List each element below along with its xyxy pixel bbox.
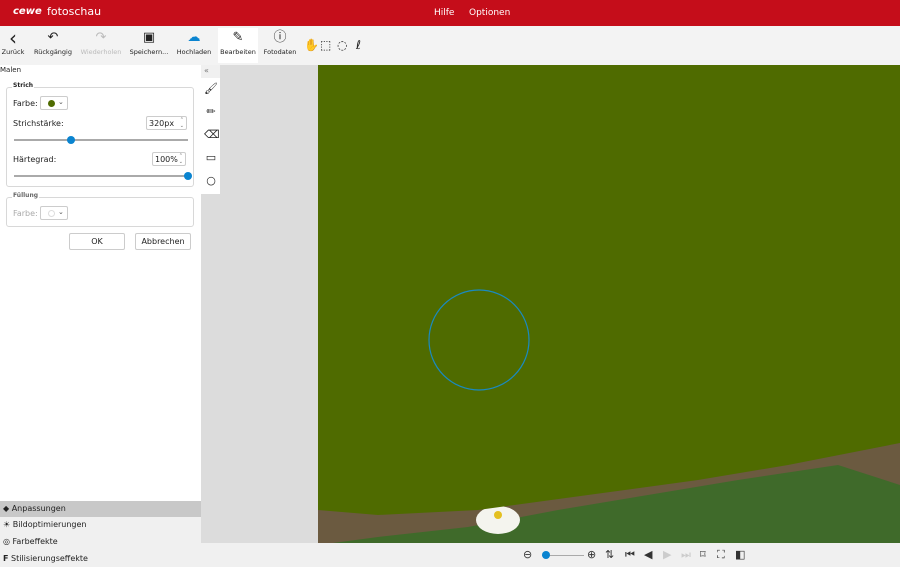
label: Bildoptimierungen <box>12 520 87 529</box>
upload-button[interactable]: ☁ Hochladen <box>174 28 214 63</box>
cewe-logo: cewe <box>13 6 42 17</box>
painted-area <box>318 65 900 515</box>
eraser-icon[interactable]: ⌫ <box>204 128 220 141</box>
stepper-arrows-icon[interactable]: ⌃ ⌄ <box>180 117 184 129</box>
label: Farbeffekte <box>12 537 58 546</box>
lasso-icon[interactable]: ℓ <box>356 38 361 52</box>
circle-icon[interactable]: ○ <box>204 174 218 187</box>
fill-title: Füllung <box>12 192 40 199</box>
info-icon: ⓘ <box>273 30 287 45</box>
label: Hochladen <box>176 48 212 56</box>
next-icon[interactable]: ▶ <box>663 548 671 561</box>
chevron-down-icon: ⌄ <box>58 98 64 106</box>
paint-tools: 🖌 ✏ ⌫ ▭ ○ <box>201 78 220 194</box>
menu-optionen[interactable]: Optionen <box>469 8 510 18</box>
chevron-left-icon: ‹ <box>9 26 17 50</box>
zoom-slider-handle[interactable] <box>542 551 551 559</box>
undo-button[interactable]: ↶ Rückgängig <box>32 28 74 63</box>
label: Fotodaten <box>263 48 297 56</box>
label: Bearbeiten <box>220 48 256 56</box>
color-dot <box>48 100 55 107</box>
pencil-icon[interactable]: ✏ <box>204 105 218 118</box>
stepper-arrows-icon[interactable]: ⌃ ⌄ <box>179 153 183 165</box>
adjust-icon: ◆ <box>3 504 10 513</box>
paint-panel: Malen Strich Farbe: ⌄ Strichstärke: 320p… <box>0 65 201 501</box>
accordion-color-effects[interactable]: ◎ Farbeffekte <box>0 534 201 550</box>
redo-button[interactable]: ↷ Wiederholen <box>80 28 122 63</box>
cloud-upload-icon: ☁ <box>187 30 201 45</box>
brush-icon[interactable]: 🖌 <box>204 82 218 95</box>
style-icon: F <box>3 554 9 563</box>
edit-button[interactable]: ✎ Bearbeiten <box>218 28 258 63</box>
first-icon[interactable]: ⏮ <box>625 548 635 562</box>
rectangle-icon[interactable]: ▭ <box>204 151 218 164</box>
stroke-color-picker[interactable]: ⌄ <box>40 96 68 110</box>
accordion-adjustments[interactable]: ◆ Anpassungen <box>0 501 201 517</box>
toolbar: ‹ Zurück ↶ Rückgängig ↷ Wiederholen ▣ Speich… <box>0 26 900 65</box>
ok-button[interactable]: OK <box>69 233 125 250</box>
hardness-slider[interactable] <box>14 175 188 177</box>
width-stepper[interactable]: 320px ⌃ ⌄ <box>146 116 187 130</box>
hardness-value: 100% <box>155 155 178 164</box>
back-button[interactable]: ‹ Zurück <box>0 28 26 63</box>
width-label: Strichstärke: <box>13 119 64 128</box>
tool-column-bg <box>201 194 220 543</box>
flower-center <box>494 511 502 519</box>
color-label: Farbe: <box>13 99 38 108</box>
menu-hilfe[interactable]: Hilfe <box>434 8 454 18</box>
accordion-image-optimizations[interactable]: ☀ Bildoptimierungen <box>0 517 201 533</box>
save-button[interactable]: ▣ Speichern... <box>128 28 170 63</box>
fullscreen-icon[interactable]: ⛶ <box>717 548 725 562</box>
zoom-in-icon[interactable]: ⊕ <box>587 548 596 561</box>
edit-icon: ✎ <box>232 30 244 45</box>
save-icon: ▣ <box>142 30 156 45</box>
width-value: 320px <box>149 119 175 128</box>
fill-color-picker[interactable]: ⌄ <box>40 206 68 220</box>
app-name: fotoschau <box>47 5 102 18</box>
hardness-label: Härtegrad: <box>13 155 57 164</box>
accordion-stylization-effects[interactable]: F Stilisierungseffekte <box>0 551 201 567</box>
photo-svg[interactable] <box>318 65 900 543</box>
label: Zurück <box>1 48 25 56</box>
hardness-stepper[interactable]: 100% ⌃ ⌄ <box>152 152 186 166</box>
label: Stilisierungseffekte <box>11 554 88 563</box>
top-bar: cewe fotoschau Hilfe Optionen <box>0 0 900 26</box>
zoom-out-icon[interactable]: ⊖ <box>523 548 532 561</box>
prev-icon[interactable]: ◀ <box>644 548 652 561</box>
fill-group: Füllung Farbe: ⌄ <box>6 192 194 227</box>
hardness-slider-handle[interactable] <box>184 172 192 180</box>
anemone-flower <box>476 506 520 534</box>
compare-icon[interactable]: ◧ <box>735 548 745 561</box>
label: Wiederholen <box>80 48 122 56</box>
stroke-title: Strich <box>12 82 35 89</box>
collapse-panel-icon[interactable]: « <box>204 66 209 75</box>
canvas-margin <box>220 65 318 543</box>
palette-icon: ◎ <box>3 537 10 546</box>
rect-select-icon[interactable]: ⬚ <box>320 38 331 52</box>
photo-canvas[interactable] <box>318 65 900 543</box>
ellipse-select-icon[interactable]: ◌ <box>337 38 347 52</box>
undo-icon: ↶ <box>47 30 59 45</box>
fit-icon[interactable]: ⇅ <box>605 548 614 561</box>
stroke-group: Strich Farbe: ⌄ Strichstärke: 320px ⌃ ⌄ Hä… <box>6 82 194 187</box>
fill-color-label: Farbe: <box>13 209 38 218</box>
bottom-bar: ⊖ ⊕ ⇅ ⏮ ◀ ▶ ⏭ ⌑ ⛶ ◧ <box>201 543 900 567</box>
redo-icon: ↷ <box>95 30 107 45</box>
color-dot <box>48 210 55 217</box>
last-icon[interactable]: ⏭ <box>681 548 691 562</box>
cancel-button[interactable]: Abbrechen <box>135 233 191 250</box>
label: Anpassungen <box>11 504 66 513</box>
hand-icon[interactable]: ✋ <box>304 38 319 52</box>
photo-data-button[interactable]: ⓘ Fotodaten <box>262 28 298 63</box>
sun-icon: ☀ <box>3 520 11 529</box>
width-slider[interactable] <box>14 139 188 141</box>
bookmark-icon[interactable]: ⌑ <box>700 548 706 561</box>
width-slider-handle[interactable] <box>67 136 76 144</box>
chevron-down-icon: ⌄ <box>58 208 64 216</box>
label: Rückgängig <box>34 48 72 56</box>
panel-title: Malen <box>0 66 22 74</box>
label: Speichern... <box>129 48 169 56</box>
